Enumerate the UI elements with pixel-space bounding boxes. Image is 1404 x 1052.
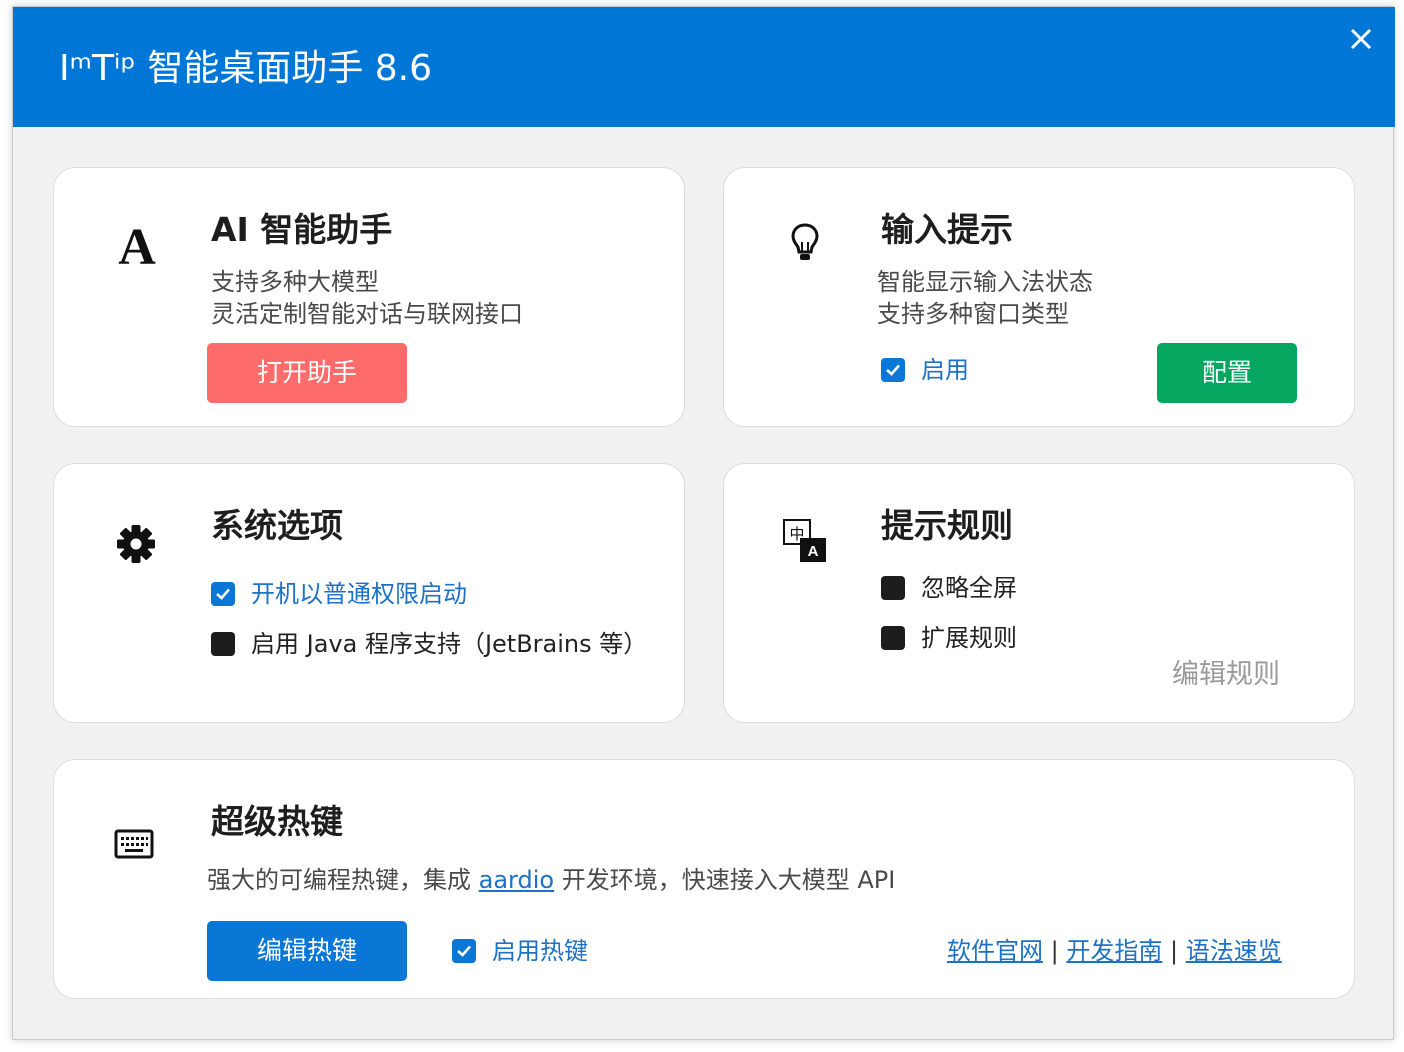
input-tip-desc-line2: 支持多种窗口类型 [877,300,1069,328]
checkbox-checked-icon [881,358,905,382]
system-options-title: 系统选项 [211,506,343,545]
translate-icon: 中 A [782,518,828,564]
checkbox-unchecked-icon [881,626,905,650]
edit-hotkey-button[interactable]: 编辑热键 [207,921,407,981]
ai-assistant-desc-line2: 灵活定制智能对话与联网接口 [211,300,523,328]
super-hotkey-title: 超级热键 [211,802,343,841]
aardio-link[interactable]: aardio [479,866,554,894]
checkbox-unchecked-icon [881,576,905,600]
input-tip-enable-checkbox[interactable]: 启用 [881,354,969,386]
input-tip-title: 输入提示 [881,210,1013,249]
system-options-card: 系统选项 开机以普通权限启动 启用 Java 程序支持（JetBrains 等） [53,463,685,723]
checkbox-checked-icon [211,582,235,606]
open-assistant-button[interactable]: 打开助手 [207,343,407,403]
enable-hotkey-label: 启用热键 [492,937,588,965]
letter-a-icon: A [114,218,160,276]
input-tip-card: 输入提示 智能显示输入法状态 支持多种窗口类型 启用 配置 [723,167,1355,427]
input-tip-desc-line1: 智能显示输入法状态 [877,268,1093,296]
tip-rules-title: 提示规则 [881,506,1013,545]
app-window: IᵐTⁱᵖ 智能桌面助手 8.6 A AI 智能助手 支持多种大模型 灵活定制智… [12,6,1395,1040]
tip-rules-card: 中 A 提示规则 忽略全屏 扩展规则 编辑规则 [723,463,1355,723]
lightbulb-icon [790,222,820,264]
official-site-link[interactable]: 软件官网 [947,937,1043,965]
checkbox-unchecked-icon [211,632,235,656]
ai-assistant-desc-line1: 支持多种大模型 [211,268,379,296]
super-hotkey-desc: 强大的可编程热键，集成 aardio 开发环境，快速接入大模型 API [207,864,895,896]
ignore-fullscreen-checkbox[interactable]: 忽略全屏 [881,572,1017,604]
gear-icon [116,524,156,564]
ai-assistant-card: A AI 智能助手 支持多种大模型 灵活定制智能对话与联网接口 打开助手 [53,167,685,427]
startup-normal-permission-checkbox[interactable]: 开机以普通权限启动 [211,578,467,610]
link-separator: | [1050,937,1059,965]
syntax-overview-link[interactable]: 语法速览 [1186,937,1282,965]
startup-normal-permission-label: 开机以普通权限启动 [251,580,467,608]
super-hotkey-desc-prefix: 强大的可编程热键，集成 [207,866,479,894]
extend-rules-checkbox[interactable]: 扩展规则 [881,622,1017,654]
input-tip-enable-label: 启用 [921,356,969,384]
title-bar: IᵐTⁱᵖ 智能桌面助手 8.6 [13,7,1395,127]
super-hotkey-desc-suffix: 开发环境，快速接入大模型 API [554,866,896,894]
super-hotkey-card: 超级热键 强大的可编程热键，集成 aardio 开发环境，快速接入大模型 API… [53,759,1355,999]
extend-rules-label: 扩展规则 [921,624,1017,652]
keyboard-icon [114,828,154,860]
ignore-fullscreen-label: 忽略全屏 [921,574,1017,602]
config-button[interactable]: 配置 [1157,343,1297,403]
window-title: IᵐTⁱᵖ 智能桌面助手 8.6 [59,48,433,89]
checkbox-checked-icon [452,939,476,963]
dev-guide-link[interactable]: 开发指南 [1066,937,1162,965]
svg-text:A: A [808,543,819,560]
footer-links: 软件官网 | 开发指南 | 语法速览 [947,935,1282,967]
svg-text:A: A [118,219,156,270]
enable-hotkey-checkbox[interactable]: 启用热键 [452,935,588,967]
link-separator: | [1170,937,1179,965]
java-support-label: 启用 Java 程序支持（JetBrains 等） [251,630,648,658]
java-support-checkbox[interactable]: 启用 Java 程序支持（JetBrains 等） [211,628,647,660]
edit-rules-link[interactable]: 编辑规则 [1172,652,1280,691]
ai-assistant-title: AI 智能助手 [211,210,393,249]
close-button[interactable] [1343,21,1379,57]
close-icon [1350,28,1372,50]
